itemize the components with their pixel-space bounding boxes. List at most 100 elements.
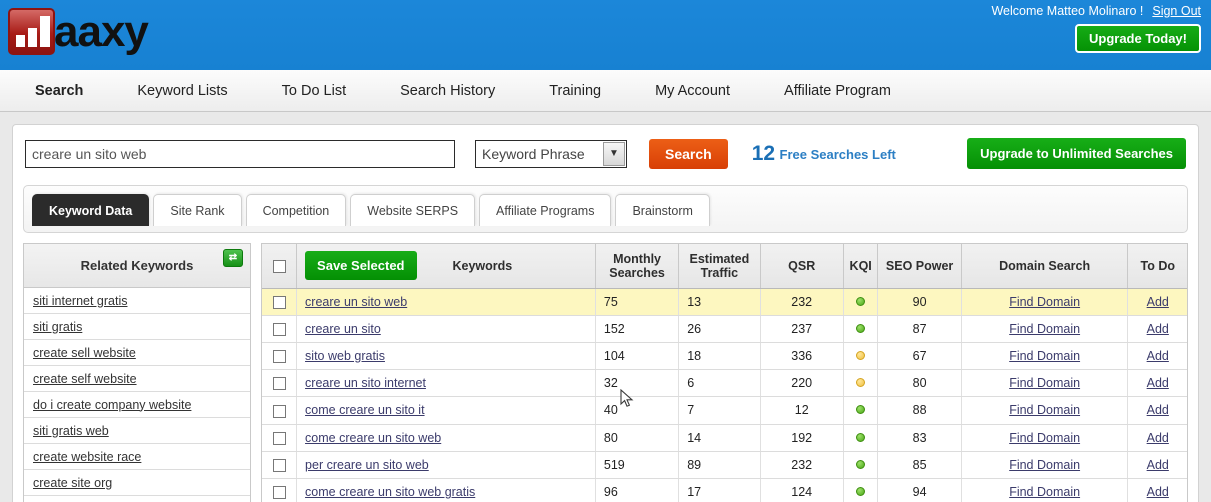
search-button[interactable]: Search bbox=[649, 138, 728, 169]
sign-out-link[interactable]: Sign Out bbox=[1152, 4, 1201, 18]
tab-website-serps[interactable]: Website SERPS bbox=[350, 194, 476, 226]
row-checkbox[interactable] bbox=[272, 404, 286, 418]
tab-keyword-data[interactable]: Keyword Data bbox=[32, 194, 150, 226]
swap-arrows-icon[interactable]: ⇄ bbox=[223, 249, 243, 267]
related-keyword-item[interactable]: siti internet gratis bbox=[24, 288, 250, 314]
monthly-searches-cell: 80 bbox=[595, 424, 680, 452]
keyword-link[interactable]: sito web gratis bbox=[305, 349, 385, 363]
upgrade-today-button[interactable]: Upgrade Today! bbox=[1075, 24, 1201, 53]
tab-competition[interactable]: Competition bbox=[245, 194, 347, 226]
add-to-do-link[interactable]: Add bbox=[1147, 485, 1169, 499]
seo-power-header[interactable]: SEO Power bbox=[877, 244, 962, 289]
find-domain-link[interactable]: Find Domain bbox=[1009, 376, 1080, 390]
tab-site-rank[interactable]: Site Rank bbox=[153, 194, 242, 226]
match-type-select[interactable]: Keyword Phrase ▼ bbox=[475, 139, 627, 168]
find-domain-link[interactable]: Find Domain bbox=[1009, 295, 1080, 309]
add-to-do-link[interactable]: Add bbox=[1147, 295, 1169, 309]
search-input[interactable] bbox=[25, 139, 455, 168]
row-checkbox[interactable] bbox=[272, 322, 286, 336]
nav-item-training[interactable]: Training bbox=[522, 70, 628, 112]
add-to-do-link[interactable]: Add bbox=[1147, 403, 1169, 417]
table-row[interactable]: creare un sito web 75 13 232 90 Find Domain Ad… bbox=[262, 288, 1187, 316]
estimated-traffic-cell: 26 bbox=[678, 315, 761, 343]
table-row[interactable]: per creare un sito web 519 89 232 85 Find Dom… bbox=[262, 451, 1187, 479]
related-keyword-link[interactable]: create self website bbox=[33, 372, 137, 386]
keyword-link[interactable]: creare un sito bbox=[305, 322, 381, 336]
related-keyword-link[interactable]: create website race bbox=[33, 450, 141, 464]
related-keyword-link[interactable]: create sell website bbox=[33, 346, 136, 360]
qsr-header[interactable]: QSR bbox=[760, 244, 844, 289]
row-checkbox[interactable] bbox=[272, 458, 286, 472]
free-searches-count: 12 bbox=[751, 141, 776, 165]
related-keyword-link[interactable]: do i create company website bbox=[33, 398, 191, 412]
keyword-link[interactable]: come creare un sito web bbox=[305, 431, 441, 445]
select-all-checkbox[interactable] bbox=[272, 259, 286, 273]
qsr-cell: 232 bbox=[760, 288, 844, 316]
add-to-do-link[interactable]: Add bbox=[1147, 322, 1169, 336]
save-selected-button[interactable]: Save Selected bbox=[305, 251, 417, 281]
table-row[interactable]: come creare un sito web gratis 96 17 124 94 F… bbox=[262, 478, 1187, 502]
tab-brainstorm[interactable]: Brainstorm bbox=[615, 194, 710, 226]
row-checkbox[interactable] bbox=[272, 350, 286, 364]
add-to-do-link[interactable]: Add bbox=[1147, 431, 1169, 445]
related-keyword-item[interactable]: create sell website bbox=[24, 340, 250, 366]
find-domain-link[interactable]: Find Domain bbox=[1009, 403, 1080, 417]
keyword-link[interactable]: creare un sito internet bbox=[305, 376, 426, 390]
bar-chart-logo-icon bbox=[8, 8, 55, 55]
add-to-do-link[interactable]: Add bbox=[1147, 376, 1169, 390]
upgrade-unlimited-button[interactable]: Upgrade to Unlimited Searches bbox=[967, 138, 1186, 169]
estimated-traffic-cell: 89 bbox=[678, 451, 761, 479]
find-domain-link[interactable]: Find Domain bbox=[1009, 431, 1080, 445]
table-row[interactable]: come creare un sito web 80 14 192 83 Find Dom… bbox=[262, 424, 1187, 452]
table-row[interactable]: sito web gratis 104 18 336 67 Find Domain Add bbox=[262, 342, 1187, 371]
related-keyword-link[interactable]: siti gratis bbox=[33, 320, 82, 334]
related-keyword-item[interactable]: create website race bbox=[24, 444, 250, 470]
kqi-cell bbox=[843, 396, 879, 425]
keyword-link[interactable]: come creare un sito it bbox=[305, 403, 425, 417]
to-do-cell: Add bbox=[1127, 315, 1187, 343]
row-checkbox[interactable] bbox=[272, 377, 286, 391]
nav-item-keyword-lists[interactable]: Keyword Lists bbox=[110, 70, 254, 112]
monthly-searches-cell: 75 bbox=[595, 288, 680, 316]
find-domain-link[interactable]: Find Domain bbox=[1009, 349, 1080, 363]
related-keyword-link[interactable]: siti internet gratis bbox=[33, 294, 127, 308]
monthly-searches-header[interactable]: Monthly Searches bbox=[595, 244, 680, 289]
row-checkbox[interactable] bbox=[272, 486, 286, 500]
tab-affiliate-programs[interactable]: Affiliate Programs bbox=[479, 194, 612, 226]
row-checkbox[interactable] bbox=[272, 431, 286, 445]
nav-item-search[interactable]: Search bbox=[8, 70, 110, 112]
find-domain-link[interactable]: Find Domain bbox=[1009, 485, 1080, 499]
nav-item-search-history[interactable]: Search History bbox=[373, 70, 522, 112]
row-select-cell bbox=[262, 342, 298, 371]
keyword-link[interactable]: come creare un sito web gratis bbox=[305, 485, 475, 499]
select-all-header bbox=[262, 244, 298, 289]
related-keyword-item[interactable]: siti gratis bbox=[24, 314, 250, 340]
related-keyword-item[interactable]: create self website bbox=[24, 366, 250, 392]
find-domain-link[interactable]: Find Domain bbox=[1009, 322, 1080, 336]
related-keyword-link[interactable]: siti gratis web bbox=[33, 424, 109, 438]
related-keyword-item[interactable]: create site org bbox=[24, 470, 250, 496]
row-select-cell bbox=[262, 315, 298, 343]
chevron-down-icon: ▼ bbox=[603, 141, 625, 166]
related-keyword-item[interactable]: siti gratis web bbox=[24, 418, 250, 444]
row-checkbox[interactable] bbox=[272, 295, 286, 309]
kqi-header[interactable]: KQI bbox=[843, 244, 879, 289]
keyword-link[interactable]: creare un sito web bbox=[305, 295, 407, 309]
nav-item-my-account[interactable]: My Account bbox=[628, 70, 757, 112]
app-logo[interactable]: aaxy bbox=[8, 8, 149, 55]
table-row[interactable]: creare un sito 152 26 237 87 Find Domain Add bbox=[262, 315, 1187, 343]
nav-item-affiliate-program[interactable]: Affiliate Program bbox=[757, 70, 918, 112]
related-keyword-link[interactable]: create site org bbox=[33, 476, 112, 490]
keyword-link[interactable]: per creare un sito web bbox=[305, 458, 429, 472]
table-row[interactable]: come creare un sito it 40 7 12 88 Find Domain… bbox=[262, 396, 1187, 425]
add-to-do-link[interactable]: Add bbox=[1147, 458, 1169, 472]
domain-search-cell: Find Domain bbox=[961, 288, 1129, 316]
find-domain-link[interactable]: Find Domain bbox=[1009, 458, 1080, 472]
add-to-do-link[interactable]: Add bbox=[1147, 349, 1169, 363]
nav-item-to-do-list[interactable]: To Do List bbox=[255, 70, 373, 112]
to-do-header: To Do bbox=[1127, 244, 1187, 289]
estimated-traffic-header[interactable]: Estimated Traffic bbox=[678, 244, 761, 289]
related-keyword-item[interactable]: do i create company website bbox=[24, 392, 250, 418]
to-do-cell: Add bbox=[1127, 451, 1187, 479]
table-row[interactable]: creare un sito internet 32 6 220 80 Find Doma… bbox=[262, 369, 1187, 398]
